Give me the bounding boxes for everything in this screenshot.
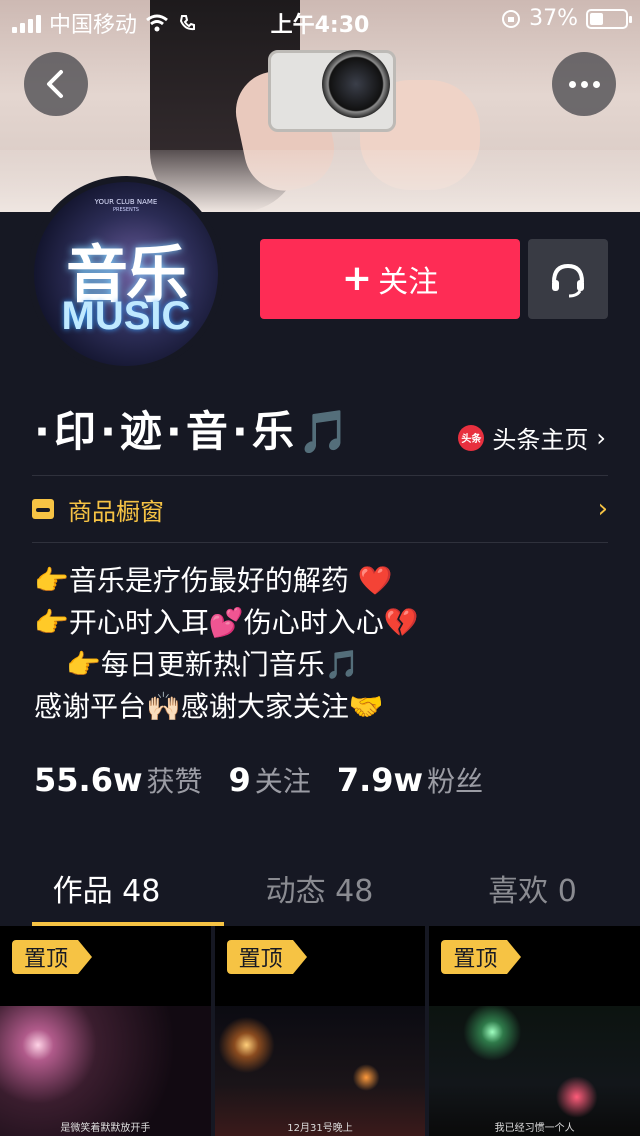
bio-line: 感谢平台🙌🏻感谢大家关注🤝	[34, 690, 384, 723]
toutiao-logo-icon: 头条	[458, 424, 485, 451]
stat-followers[interactable]: 7.9w 粉丝	[337, 760, 483, 800]
back-button[interactable]	[24, 52, 88, 116]
shop-window-row[interactable]: 商品橱窗 ›	[32, 476, 608, 542]
more-button[interactable]	[552, 52, 616, 116]
video-caption: 是微笑着默默放开手	[60, 1123, 151, 1134]
headset-icon	[552, 263, 584, 298]
toutiao-label: 头条主页	[492, 426, 589, 454]
chevron-left-icon	[47, 70, 63, 98]
profile-tabs: 作品 48 动态 48 喜欢 0	[0, 852, 640, 926]
toutiao-homepage-link[interactable]: 头条 头条主页 ›	[458, 420, 606, 455]
more-dots-icon	[568, 80, 600, 88]
cover-camera-lens	[322, 50, 390, 118]
bio-line: 👉音乐是疗伤最好的解药 ❤️	[34, 564, 393, 597]
video-grid: 置顶 是微笑着默默放开手 置顶 12月31号晚上 置顶 我已经习惯一个人	[0, 926, 640, 1136]
tab-likes[interactable]: 喜欢 0	[426, 852, 639, 924]
shop-icon	[32, 499, 54, 519]
follow-button[interactable]: + 关注	[260, 239, 520, 319]
avatar[interactable]: YOUR CLUB NAME PRESENTS 音乐 MUSIC	[28, 176, 224, 372]
profile-nickname: ·印·迹·音·乐🎵	[34, 407, 355, 456]
orientation-lock-icon	[502, 9, 521, 28]
avatar-presents: PRESENTS	[113, 207, 139, 213]
follow-label: 关注	[378, 265, 439, 300]
tab-works[interactable]: 作品 48	[0, 852, 224, 926]
video-thumbnail[interactable]: 置顶 是微笑着默默放开手	[0, 926, 211, 1136]
battery-icon	[586, 8, 632, 29]
video-preview	[429, 1006, 640, 1136]
avatar-image: YOUR CLUB NAME PRESENTS 音乐 MUSIC	[34, 182, 218, 366]
plus-icon: +	[341, 258, 373, 299]
customer-service-button[interactable]	[528, 239, 608, 319]
battery-fill	[590, 12, 603, 25]
video-thumbnail[interactable]: 置顶 12月31号晚上	[214, 926, 426, 1136]
chevron-right-icon: ›	[597, 494, 608, 524]
stat-value: 55.6w	[34, 761, 143, 799]
stat-value: 7.9w	[336, 761, 424, 799]
stat-label: 关注	[254, 765, 311, 798]
status-bar: 中国移动 上午4:30 37%	[0, 0, 640, 40]
video-thumbnail[interactable]: 置顶 我已经习惯一个人	[429, 926, 640, 1136]
tab-updates[interactable]: 动态 48	[213, 852, 426, 924]
video-caption: 我已经习惯一个人	[494, 1123, 575, 1134]
video-preview	[214, 1006, 426, 1136]
video-caption: 12月31号晚上	[287, 1123, 353, 1134]
bio-line: 👉每日更新热门音乐🎵	[66, 648, 360, 681]
shop-window-label: 商品橱窗	[68, 497, 164, 526]
chevron-right-icon: ›	[596, 423, 606, 452]
battery-percent: 37%	[529, 6, 578, 31]
avatar-club-name: YOUR CLUB NAME	[94, 198, 158, 206]
stat-likes: 55.6w 获赞	[34, 760, 203, 800]
pinned-badge: 置顶	[226, 940, 307, 974]
stat-label: 粉丝	[427, 765, 484, 798]
stat-label: 获赞	[146, 765, 203, 798]
avatar-title-en: MUSIC	[61, 294, 191, 338]
profile-stats: 55.6w 获赞 9 关注 7.9w 粉丝	[34, 760, 483, 800]
video-preview	[0, 1006, 211, 1136]
profile-bio: 👉音乐是疗伤最好的解药 ❤️ 👉开心时入耳💕伤心时入心💔 👉每日更新热门音乐🎵 …	[34, 560, 419, 728]
divider	[32, 542, 608, 543]
stat-following[interactable]: 9 关注	[229, 760, 311, 800]
bio-line: 👉开心时入耳💕伤心时入心💔	[34, 606, 419, 639]
pinned-badge: 置顶	[12, 940, 93, 974]
stat-value: 9	[228, 761, 251, 799]
pinned-badge: 置顶	[441, 940, 522, 974]
